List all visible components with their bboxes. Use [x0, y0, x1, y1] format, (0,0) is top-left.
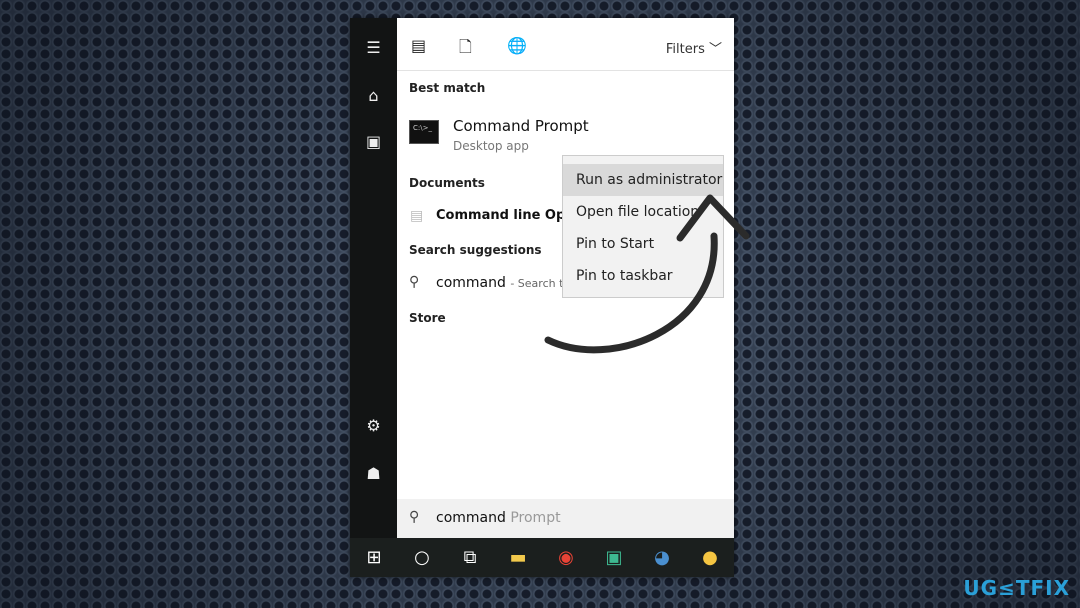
annotation-arrow — [544, 194, 750, 354]
watermark-logo: UG≤TFIX — [963, 576, 1070, 600]
